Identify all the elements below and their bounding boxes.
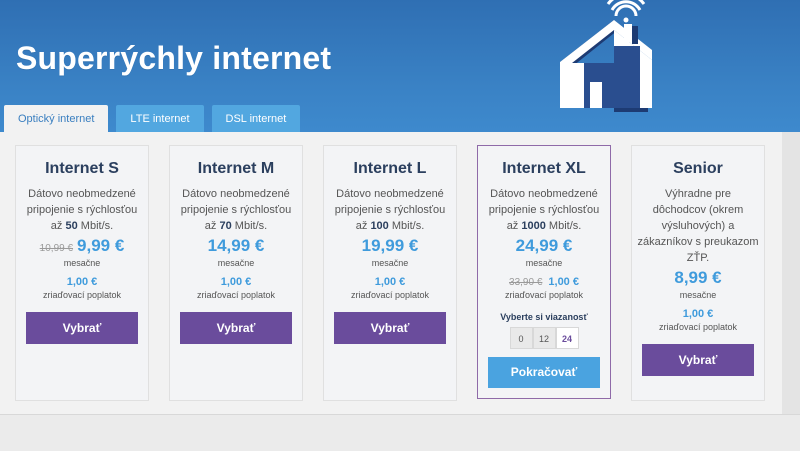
price-row: 19,99 € [324, 236, 456, 256]
price-period: mesačne [371, 258, 409, 268]
setup-fee-label: zriaďovací poplatok [658, 322, 738, 332]
setup-fee: 1,00 € [548, 276, 579, 288]
plan-price: 24,99 € [515, 236, 573, 255]
setup-fee-label: zriaďovací poplatok [350, 290, 430, 300]
plan-description: Výhradne pre dôchodcov (okrem výsluhovýc… [637, 188, 759, 264]
plan-price: 8,99 € [674, 268, 722, 287]
footer-area [0, 414, 800, 451]
select-plan-s-button[interactable]: Vybrať [26, 312, 138, 344]
price-row: 8,99 € [632, 268, 764, 288]
plan-price: 19,99 € [361, 236, 419, 255]
plan-card-senior: Senior Výhradne pre dôchodcov (okrem výs… [631, 145, 765, 401]
plan-card-xl: Internet XL Dátovo neobmedzené pripojeni… [477, 145, 611, 399]
setup-fee: 1,00 € [220, 276, 252, 288]
house-wifi-icon [560, 0, 652, 112]
plan-name: Internet M [197, 160, 275, 177]
old-setup-fee: 33,90 € [509, 277, 543, 288]
plan-card-l: Internet L Dátovo neobmedzené pripojenie… [323, 145, 457, 401]
plan-price: 9,99 € [77, 236, 125, 255]
plan-name: Internet L [353, 160, 427, 177]
old-price: 10,99 € [39, 243, 74, 254]
price-period: mesačne [679, 290, 717, 300]
commitment-option-12[interactable]: 12 [532, 327, 556, 349]
commitment-option-24[interactable]: 24 [555, 327, 579, 349]
commitment-selector: 0 12 24 [478, 327, 610, 349]
plan-card-s: Internet S Dátovo neobmedzené pripojenie… [15, 145, 149, 401]
tab-lte-internet[interactable]: LTE internet [116, 105, 204, 132]
price-row: 10,99 € 9,99 € [16, 236, 148, 256]
plan-price: 14,99 € [207, 236, 265, 255]
product-tabs: Optický internet LTE internet DSL intern… [4, 105, 301, 132]
price-period: mesačne [525, 258, 563, 268]
tab-opticky-internet[interactable]: Optický internet [4, 105, 109, 132]
price-period: mesačne [217, 258, 255, 268]
price-period: mesačne [63, 258, 101, 268]
plan-description: Dátovo neobmedzené pripojenie s rýchlosť… [180, 188, 292, 232]
tab-dsl-internet[interactable]: DSL internet [211, 105, 301, 132]
page-edge [782, 132, 800, 414]
continue-button[interactable]: Pokračovať [488, 357, 600, 388]
plan-name: Senior [673, 160, 723, 177]
price-row: 14,99 € [170, 236, 302, 256]
page-title: Superrýchly internet [16, 40, 332, 76]
select-plan-senior-button[interactable]: Vybrať [642, 344, 754, 376]
setup-fee: 1,00 € [374, 276, 406, 288]
commitment-option-0[interactable]: 0 [509, 327, 533, 349]
plan-description: Dátovo neobmedzené pripojenie s rýchlosť… [488, 188, 600, 232]
plan-card-m: Internet M Dátovo neobmedzené pripojenie… [169, 145, 303, 401]
setup-fee: 1,00 € [66, 276, 98, 288]
select-plan-l-button[interactable]: Vybrať [334, 312, 446, 344]
plan-description: Dátovo neobmedzené pripojenie s rýchlosť… [334, 188, 446, 232]
commitment-label: Vyberte si viazanosť [500, 312, 588, 322]
setup-fee-label: zriaďovací poplatok [196, 290, 276, 300]
setup-fee-row: 33,90 € 1,00 € [478, 276, 610, 288]
price-row: 24,99 € [478, 236, 610, 256]
setup-fee-label: zriaďovací poplatok [42, 290, 122, 300]
setup-fee-label: zriaďovací poplatok [504, 290, 584, 300]
plan-name: Internet XL [502, 160, 586, 177]
setup-fee: 1,00 € [682, 308, 714, 320]
select-plan-m-button[interactable]: Vybrať [180, 312, 292, 344]
plan-name: Internet S [45, 160, 119, 177]
plan-description: Dátovo neobmedzené pripojenie s rýchlosť… [26, 188, 138, 232]
